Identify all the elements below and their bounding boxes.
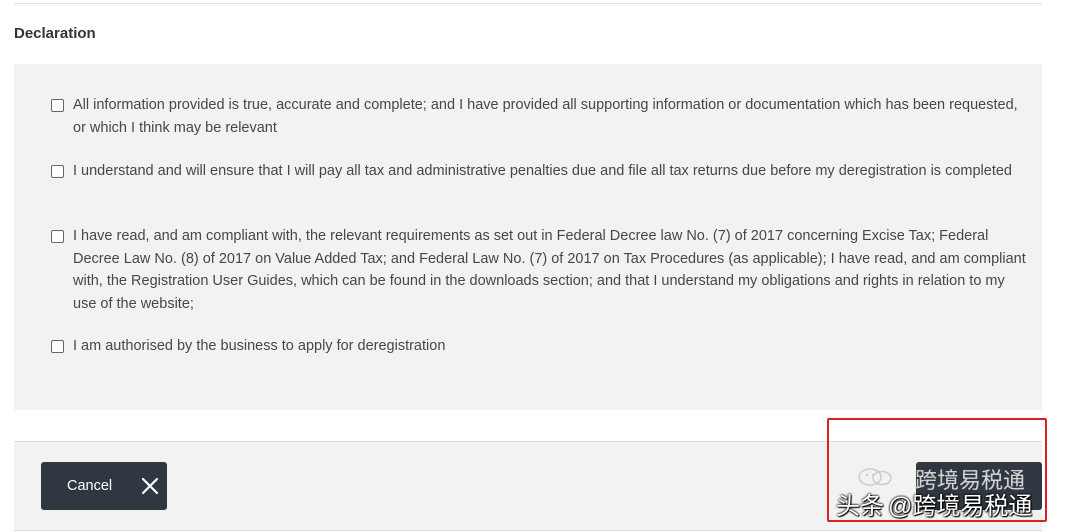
- deregistration-page: Declaration All information provided is …: [0, 0, 1080, 532]
- previous-section-border: [14, 0, 1042, 4]
- declaration-text: I am authorised by the business to apply…: [73, 338, 446, 354]
- declaration-panel: All information provided is true, accura…: [14, 64, 1042, 410]
- close-icon: [141, 477, 159, 495]
- declaration-item-authorisation[interactable]: I am authorised by the business to apply…: [51, 335, 1026, 358]
- declaration-item-penalties[interactable]: I understand and will ensure that I will…: [51, 160, 1026, 183]
- declaration-checkbox-compliance[interactable]: [51, 230, 64, 243]
- declaration-text: I have read, and am compliant with, the …: [73, 228, 1026, 312]
- declaration-item-accuracy[interactable]: All information provided is true, accura…: [51, 94, 1026, 139]
- declaration-text: All information provided is true, accura…: [73, 97, 1018, 136]
- cancel-button[interactable]: Cancel: [41, 462, 167, 510]
- section-title: Declaration: [14, 25, 96, 42]
- watermark-handle: @跨境易税通: [888, 492, 1033, 520]
- watermark-prefix: 头条: [836, 492, 884, 520]
- declaration-checkbox-penalties[interactable]: [51, 165, 64, 178]
- declaration-checkbox-accuracy[interactable]: [51, 99, 64, 112]
- watermark-text: 头条 @跨境易税通: [836, 481, 1032, 525]
- declaration-checkbox-authorisation[interactable]: [51, 340, 64, 353]
- declaration-item-compliance[interactable]: I have read, and am compliant with, the …: [51, 225, 1026, 315]
- cancel-button-label: Cancel: [67, 478, 113, 494]
- declaration-text: I understand and will ensure that I will…: [73, 163, 1012, 179]
